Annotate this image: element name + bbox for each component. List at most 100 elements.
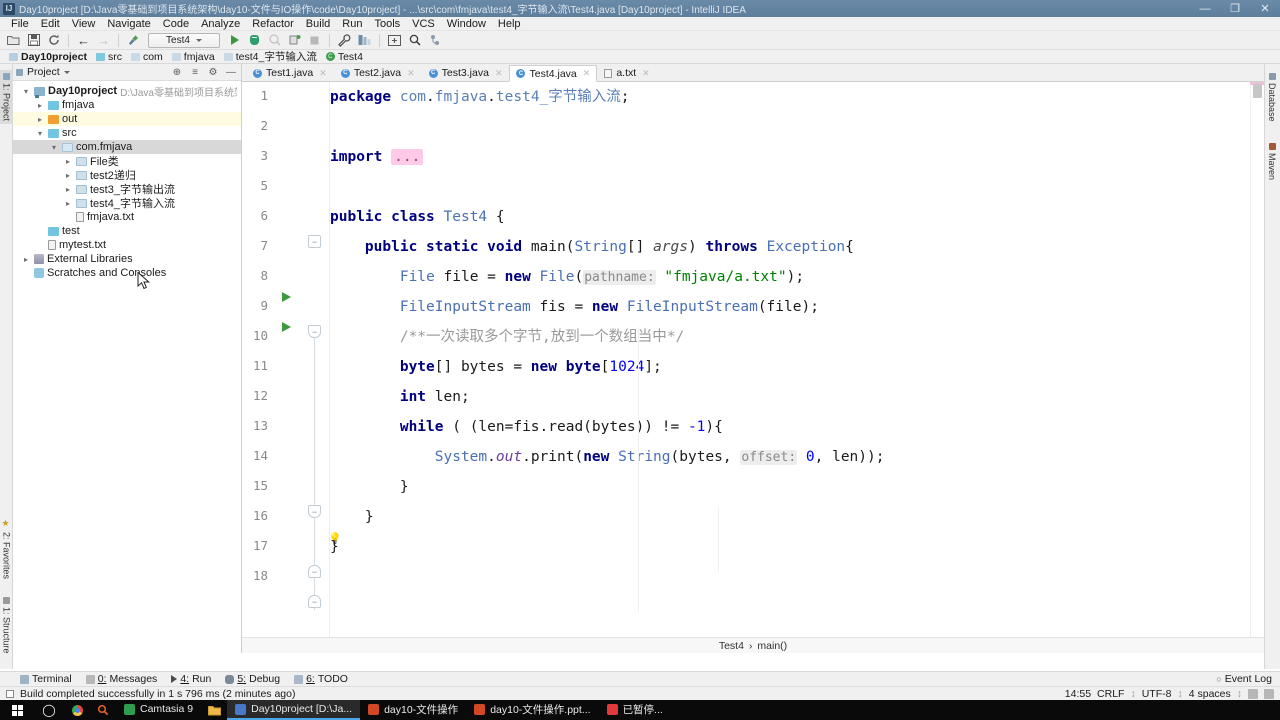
project-structure-icon[interactable] [355,32,374,49]
tree-node[interactable]: Scratches and Consoles [13,266,241,280]
tree-node[interactable]: File类 [13,154,241,168]
hide-panel-icon[interactable]: — [224,65,238,79]
code-line[interactable] [330,112,1238,142]
close-icon[interactable]: ✕ [583,68,591,79]
code-line[interactable] [330,172,1238,202]
event-log-button[interactable]: ○ Event Log [1216,673,1272,685]
pinned-chrome[interactable] [64,700,90,720]
breadcrumb-src[interactable]: src [93,51,125,63]
editor-tab-test3-java[interactable]: C Test3.java ✕ [422,64,510,81]
forward-icon[interactable]: → [94,32,113,49]
menu-build[interactable]: Build [300,17,336,31]
code-line[interactable]: } [330,532,1238,562]
tree-expand-arrow-icon[interactable] [35,129,45,138]
fold-region-method-end-icon[interactable]: − [308,595,321,608]
vcs-icon[interactable] [425,32,444,49]
gear-icon[interactable]: ⚙ [206,65,220,79]
debug-button[interactable] [245,32,264,49]
taskbar-app-intellij[interactable]: Day10project [D:\Ja... [227,700,361,720]
taskbar-app-paused[interactable]: 已暂停... [599,700,671,720]
tree-expand-arrow-icon[interactable] [35,101,45,110]
stop-button[interactable] [305,32,324,49]
save-all-icon[interactable] [24,32,43,49]
menu-vcs[interactable]: VCS [406,17,441,31]
editor-tab-test2-java[interactable]: C Test2.java ✕ [334,64,422,81]
code-line[interactable]: /**一次读取多个字节,放到一个数组当中*/ [330,322,1238,352]
tree-node[interactable]: test2递归 [13,168,241,182]
maximize-button[interactable]: ❐ [1220,0,1250,17]
back-icon[interactable]: ← [74,32,93,49]
tree-expand-arrow-icon[interactable] [35,115,45,124]
breadcrumb-module[interactable]: Day10project [6,51,90,63]
menu-refactor[interactable]: Refactor [246,17,300,31]
editor-tab-test4-java[interactable]: C Test4.java ✕ [509,65,598,82]
code-line[interactable]: package com.fmjava.test4_字节输入流; [330,82,1238,112]
editor-tab-test1-java[interactable]: C Test1.java ✕ [246,64,334,81]
taskbar-app-day10-word[interactable]: day10-文件操作 [360,700,466,720]
tree-node[interactable]: Day10projectD:\Java零基础到项目系统架构\day10-文 [13,84,241,99]
tool-tab-project[interactable]: 1: Project [0,70,13,125]
fold-region-while-icon[interactable]: − [308,505,321,518]
status-line-separator[interactable]: CRLF [1097,688,1124,700]
code-line[interactable]: System.out.print(new String(bytes, offse… [330,442,1238,472]
code-line[interactable]: } [330,472,1238,502]
tool-tab-structure[interactable]: 1: Structure [0,594,13,657]
tool-tab-favorites[interactable]: ★ 2: Favorites [0,516,13,582]
start-button[interactable] [0,700,34,720]
menu-view[interactable]: View [66,17,102,31]
code-line[interactable]: byte[] bytes = new byte[1024]; [330,352,1238,382]
close-button[interactable]: ✕ [1250,0,1280,17]
breadcrumb-fmjava[interactable]: fmjava [169,51,218,63]
run-configuration-selector[interactable]: Test4 [148,32,220,48]
fold-region-while-end-icon[interactable]: − [308,565,321,578]
taskbar-app-camtasia[interactable]: Camtasia 9 [116,700,201,720]
locate-file-icon[interactable]: ⊕ [170,65,184,79]
tool-button-terminal[interactable]: Terminal [20,673,72,685]
close-icon[interactable]: ✕ [319,68,327,79]
close-icon[interactable]: ✕ [642,68,650,79]
tree-node[interactable]: fmjava [13,98,241,112]
code-text-area[interactable]: package com.fmjava.test4_字节输入流;import ..… [330,82,1238,653]
tree-expand-arrow-icon[interactable] [63,157,73,166]
breadcrumb-class[interactable]: C Test4 [323,51,366,63]
menu-window[interactable]: Window [441,17,492,31]
close-icon[interactable]: ✕ [495,68,503,79]
breadcrumb-test4-package[interactable]: test4_字节输入流 [221,49,320,64]
status-indent[interactable]: 4 spaces [1189,688,1231,700]
run-method-gutter-icon[interactable] [282,322,291,332]
tool-button-todo[interactable]: 6: TODO [294,673,348,685]
tool-button-messages[interactable]: 0: Messages [85,673,157,685]
tree-node[interactable]: test4_字节输入流 [13,196,241,210]
tool-button-debug[interactable]: 5: Debug [225,673,280,685]
breadcrumb-com[interactable]: com [128,51,166,63]
lock-icon[interactable] [1248,688,1258,699]
tool-button-run[interactable]: 4: Run [171,673,211,685]
menu-navigate[interactable]: Navigate [101,17,156,31]
menu-code[interactable]: Code [157,17,195,31]
code-line[interactable]: while ( (len=fis.read(bytes)) != -1){ [330,412,1238,442]
tips-icon[interactable] [1264,688,1274,699]
fold-region-import-icon[interactable]: − [308,235,321,248]
code-line[interactable] [330,562,1238,592]
close-icon[interactable]: ✕ [407,68,415,79]
profile-button[interactable] [285,32,304,49]
code-line[interactable]: } [330,502,1238,532]
update-icon[interactable] [385,32,404,49]
taskbar-app-day10-ppt[interactable]: day10-文件操作.ppt... [466,700,598,720]
code-line[interactable]: import ... [330,142,1238,172]
tree-node[interactable]: test [13,224,241,238]
collapse-all-icon[interactable]: ≡ [188,65,202,79]
code-line[interactable]: FileInputStream fis = new FileInputStrea… [330,292,1238,322]
tree-expand-arrow-icon[interactable] [63,185,73,194]
tree-node[interactable]: com.fmjava [13,140,241,154]
pinned-explorer[interactable] [201,700,227,720]
pinned-search-app[interactable] [90,700,116,720]
tool-tab-maven[interactable]: Maven [1264,140,1280,183]
code-line[interactable]: File file = new File(pathname: "fmjava/a… [330,262,1238,292]
search-everywhere-icon[interactable] [405,32,424,49]
menu-run[interactable]: Run [336,17,368,31]
tree-expand-arrow-icon[interactable] [21,87,31,96]
tree-node[interactable]: mytest.txt [13,238,241,252]
code-line[interactable]: public static void main(String[] args) t… [330,232,1238,262]
tree-expand-arrow-icon[interactable] [49,143,59,152]
